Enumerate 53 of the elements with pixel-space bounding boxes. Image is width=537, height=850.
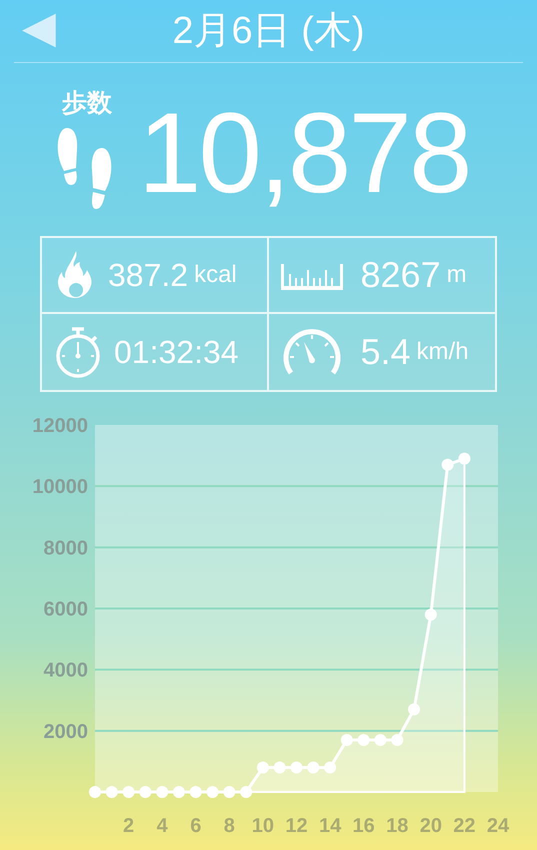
- stat-value: 01:32:34: [114, 333, 239, 372]
- stat-value: 8267: [360, 253, 441, 297]
- stat-value: 387.2: [108, 256, 188, 295]
- data-point: [190, 786, 202, 798]
- data-point: [172, 786, 185, 798]
- x-axis-label: 22: [453, 815, 476, 837]
- data-point: [122, 786, 135, 798]
- stat-value: 5.4: [360, 330, 411, 374]
- stat-unit: kcal: [194, 260, 237, 290]
- data-point: [156, 786, 168, 798]
- data-point: [340, 734, 353, 746]
- data-point: [442, 458, 454, 471]
- data-point: [106, 786, 118, 798]
- x-axis-label: 14: [318, 815, 342, 837]
- y-axis-label: 12000: [32, 415, 88, 437]
- data-point: [139, 786, 152, 798]
- y-axis-label: 8000: [44, 537, 88, 560]
- y-axis-label: 2000: [44, 720, 88, 743]
- data-point: [223, 786, 236, 798]
- data-point: [358, 734, 370, 746]
- stat-unit: m: [446, 260, 467, 290]
- back-button[interactable]: ◀: [22, 6, 56, 50]
- speedometer-icon: [280, 327, 342, 377]
- data-point: [256, 762, 269, 774]
- steps-count: 10,878: [138, 97, 470, 211]
- x-axis-label: 10: [252, 815, 274, 837]
- x-axis-label: 24: [486, 815, 510, 837]
- data-point: [240, 786, 252, 798]
- data-point: [391, 734, 404, 746]
- x-axis-label: 4: [156, 815, 168, 837]
- data-point: [89, 786, 101, 798]
- steps-label: 歩数: [62, 91, 112, 116]
- data-point: [206, 786, 219, 798]
- data-point: [458, 452, 470, 465]
- data-point: [424, 608, 437, 621]
- x-axis-label: 20: [420, 815, 442, 837]
- data-point: [374, 734, 386, 746]
- data-point: [274, 762, 286, 774]
- x-axis-label: 12: [285, 815, 308, 837]
- data-point: [290, 762, 302, 774]
- y-axis-label: 4000: [44, 660, 88, 682]
- data-point: [324, 762, 336, 774]
- stat-unit: km/h: [416, 337, 469, 367]
- data-point: [408, 703, 420, 716]
- x-axis-label: 18: [386, 815, 408, 837]
- x-axis-label: 6: [190, 815, 202, 837]
- data-point: [307, 762, 320, 774]
- x-axis-label: 2: [123, 815, 134, 837]
- x-axis-label: 8: [224, 815, 235, 837]
- y-axis-label: 10000: [32, 476, 88, 498]
- y-axis-label: 6000: [44, 598, 88, 620]
- x-axis-label: 16: [352, 815, 375, 837]
- date-title: 2月6日 (木): [172, 12, 365, 50]
